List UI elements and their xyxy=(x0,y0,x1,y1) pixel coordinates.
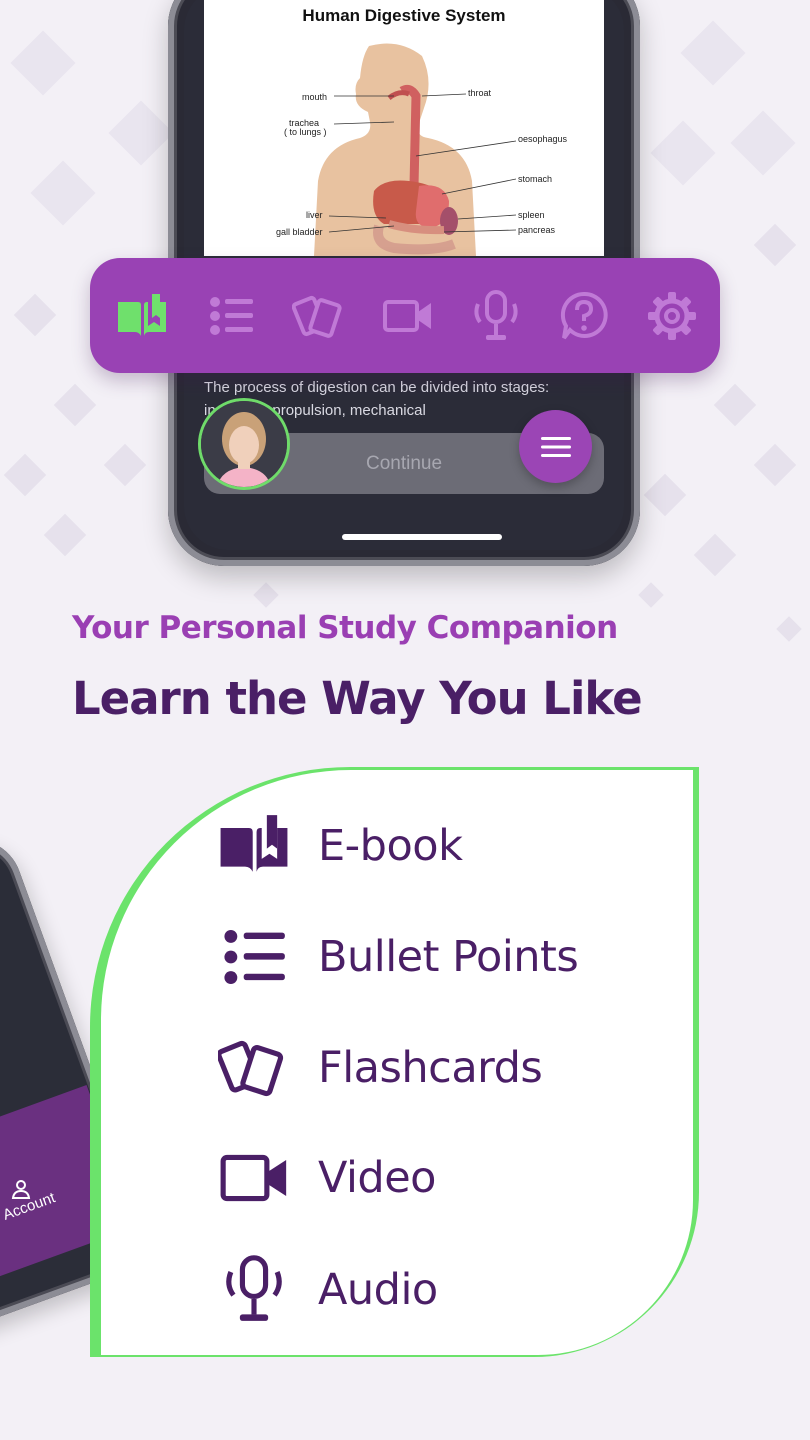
toolbar-flashcards-button[interactable] xyxy=(291,288,348,344)
feature-bullet-points: Bullet Points xyxy=(218,917,579,997)
microphone-icon xyxy=(474,290,518,340)
toolbar-help-button[interactable] xyxy=(556,288,612,344)
label-pancreas: pancreas xyxy=(518,225,556,235)
toolbar-ebook-button[interactable] xyxy=(114,288,170,344)
feature-label: Video xyxy=(318,1153,436,1203)
avatar-image xyxy=(201,401,287,487)
help-icon xyxy=(560,291,608,340)
feature-video: Video xyxy=(218,1138,436,1218)
label-trachea-note: ( to lungs ) xyxy=(284,127,327,137)
feature-label: Flashcards xyxy=(318,1043,543,1093)
feature-ebook: E-book xyxy=(218,806,463,886)
label-spleen: spleen xyxy=(518,210,545,220)
microphone-icon xyxy=(226,1255,282,1321)
label-stomach: stomach xyxy=(518,174,552,184)
label-oesophagus: oesophagus xyxy=(518,134,568,144)
feature-label: E-book xyxy=(318,821,463,871)
feature-label: Audio xyxy=(318,1265,438,1315)
video-icon xyxy=(383,300,431,332)
toolbar-video-button[interactable] xyxy=(380,288,436,344)
feature-flashcards: Flashcards xyxy=(218,1028,543,1108)
flashcards-icon xyxy=(218,1040,284,1097)
label-liver: liver xyxy=(306,210,323,220)
label-mouth: mouth xyxy=(302,92,327,102)
settings-icon xyxy=(648,292,696,340)
learning-mode-toolbar xyxy=(90,258,720,373)
digestive-illustration: mouth throat trachea ( to lungs ) oesoph… xyxy=(276,43,568,256)
feature-audio: Audio xyxy=(218,1250,438,1330)
toolbar-audio-button[interactable] xyxy=(468,288,524,344)
hamburger-icon xyxy=(540,436,571,457)
feature-label: Bullet Points xyxy=(318,932,579,982)
home-indicator xyxy=(342,534,502,540)
menu-button[interactable] xyxy=(519,410,592,483)
headline: Learn the Way You Like xyxy=(72,672,643,725)
tutor-avatar[interactable] xyxy=(198,398,290,490)
toolbar-bullets-button[interactable] xyxy=(203,288,259,344)
ebook-icon xyxy=(118,294,166,336)
flashcards-icon xyxy=(291,295,342,338)
ebook-icon xyxy=(220,815,288,872)
digestive-system-diagram: Human Digestive System mouth throat trac… xyxy=(204,0,604,256)
toolbar-settings-button[interactable] xyxy=(644,288,700,344)
bullet-list-icon xyxy=(210,297,253,335)
label-throat: throat xyxy=(468,88,492,98)
bullet-list-icon xyxy=(224,930,285,984)
tagline: Your Personal Study Companion xyxy=(72,610,618,646)
label-gall-bladder: gall bladder xyxy=(276,227,323,237)
video-icon xyxy=(220,1154,287,1202)
